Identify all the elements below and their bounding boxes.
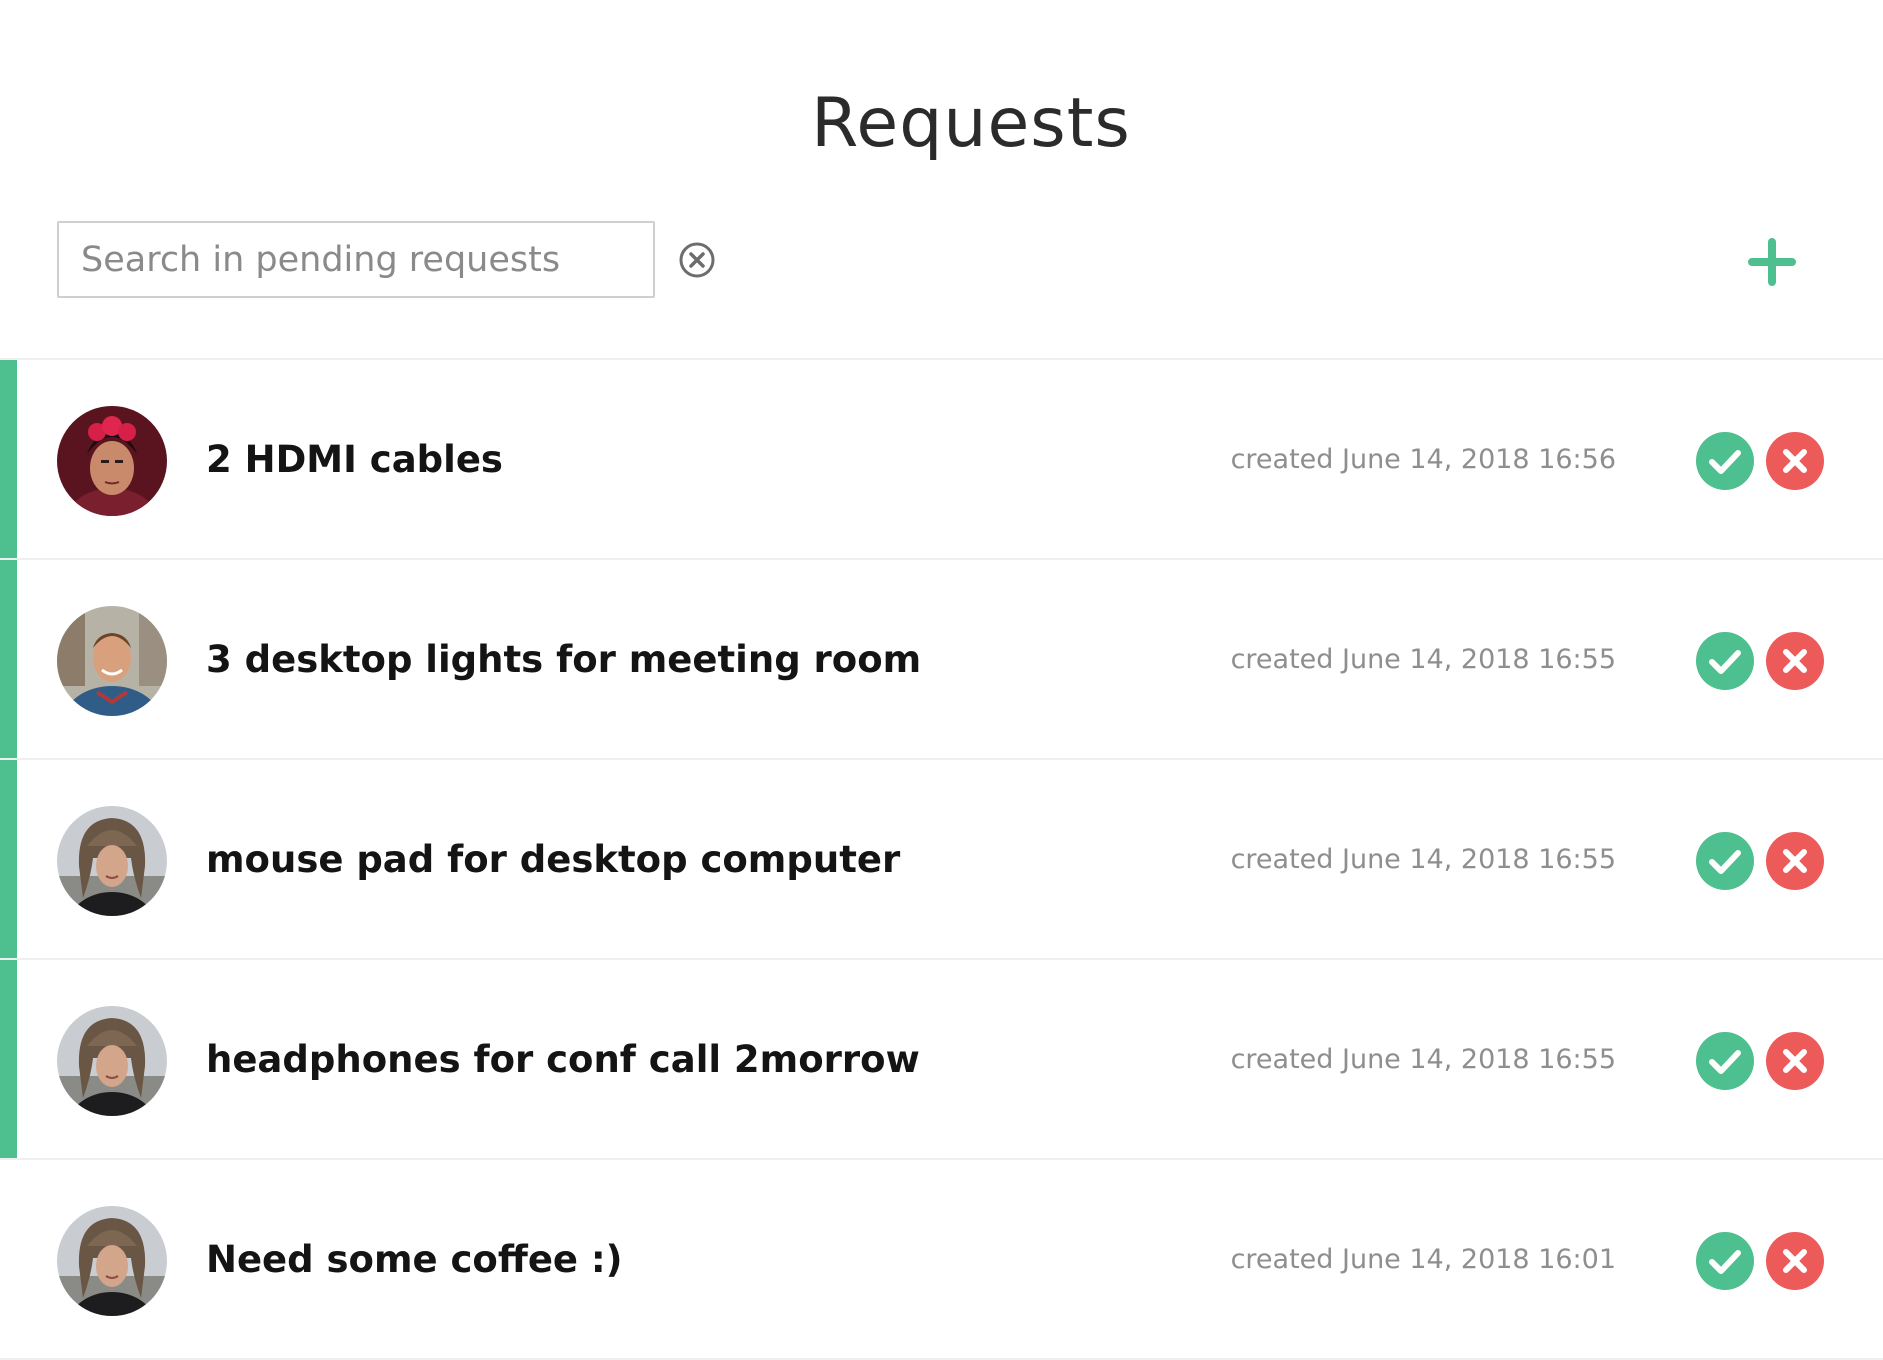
checkmark-icon (1709, 1250, 1741, 1274)
reject-button[interactable] (1766, 1032, 1824, 1090)
pending-indicator (0, 360, 17, 558)
clear-search-button[interactable] (678, 241, 716, 279)
close-x-icon (1783, 1049, 1807, 1073)
checkmark-icon (1709, 650, 1741, 674)
add-request-button[interactable] (1747, 237, 1797, 287)
plus-icon (1748, 238, 1796, 286)
close-x-icon (1783, 1249, 1807, 1273)
reject-button[interactable] (1766, 832, 1824, 890)
request-title: Need some coffee :) (206, 1238, 623, 1281)
request-title: 3 desktop lights for meeting room (206, 638, 922, 681)
checkmark-icon (1709, 450, 1741, 474)
pending-indicator (0, 760, 17, 958)
request-row[interactable]: mouse pad for desktop computer created J… (0, 760, 1883, 960)
request-row[interactable]: Need some coffee :) created June 14, 201… (0, 1160, 1883, 1360)
request-created-date: created June 14, 2018 16:55 (1230, 1044, 1616, 1075)
close-x-icon (1783, 649, 1807, 673)
request-created-date: created June 14, 2018 16:55 (1230, 844, 1616, 875)
avatar (57, 1006, 167, 1116)
pending-indicator (0, 560, 17, 758)
request-created-date: created June 14, 2018 16:01 (1230, 1244, 1616, 1275)
page-title: Requests (811, 84, 1131, 163)
avatar (57, 806, 167, 916)
pending-indicator (0, 960, 17, 1158)
approve-button[interactable] (1696, 632, 1754, 690)
request-created-date: created June 14, 2018 16:55 (1230, 644, 1616, 675)
avatar (57, 1206, 167, 1316)
approve-button[interactable] (1696, 1032, 1754, 1090)
reject-button[interactable] (1766, 1232, 1824, 1290)
request-title: 2 HDMI cables (206, 438, 503, 481)
request-title: mouse pad for desktop computer (206, 838, 901, 881)
request-title: headphones for conf call 2morrow (206, 1038, 920, 1081)
reject-button[interactable] (1766, 632, 1824, 690)
close-x-icon (1783, 849, 1807, 873)
avatar (57, 406, 167, 516)
request-row[interactable]: 3 desktop lights for meeting room create… (0, 560, 1883, 760)
approve-button[interactable] (1696, 1232, 1754, 1290)
close-circle-icon (679, 242, 715, 278)
request-row[interactable]: headphones for conf call 2morrow created… (0, 960, 1883, 1160)
avatar (57, 606, 167, 716)
checkmark-icon (1709, 1050, 1741, 1074)
request-list: 2 HDMI cables created June 14, 2018 16:5… (0, 358, 1883, 1360)
approve-button[interactable] (1696, 832, 1754, 890)
search-input[interactable] (57, 221, 655, 298)
approve-button[interactable] (1696, 432, 1754, 490)
checkmark-icon (1709, 850, 1741, 874)
reject-button[interactable] (1766, 432, 1824, 490)
request-created-date: created June 14, 2018 16:56 (1230, 444, 1616, 475)
request-row[interactable]: 2 HDMI cables created June 14, 2018 16:5… (0, 360, 1883, 560)
close-x-icon (1783, 449, 1807, 473)
